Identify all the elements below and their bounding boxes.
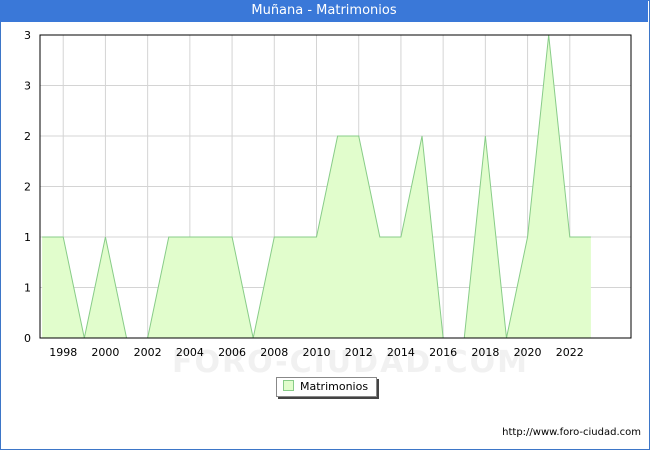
legend-label: Matrimonios — [300, 380, 369, 393]
data-point — [337, 136, 338, 137]
data-point — [422, 136, 423, 137]
x-tick-label: 2020 — [514, 346, 542, 359]
y-tick-label: 3 — [24, 80, 31, 93]
data-point — [379, 237, 380, 238]
y-tick-label: 2 — [24, 130, 31, 143]
data-point — [168, 237, 169, 238]
x-tick-label: 2012 — [345, 346, 373, 359]
x-tick-label: 2018 — [471, 346, 499, 359]
x-tick-label: 2022 — [556, 346, 584, 359]
data-point — [590, 237, 591, 238]
x-tick-label: 2010 — [303, 346, 331, 359]
data-point — [527, 237, 528, 238]
y-tick-label: 1 — [24, 231, 31, 244]
legend-swatch — [283, 380, 294, 391]
data-point — [295, 237, 296, 238]
y-tick-label: 2 — [24, 181, 31, 194]
data-point — [63, 237, 64, 238]
data-point — [274, 237, 275, 238]
y-tick-label: 0 — [24, 332, 31, 345]
x-tick-label: 2008 — [260, 346, 288, 359]
source-link[interactable]: http://www.foro-ciudad.com — [502, 427, 641, 438]
data-point — [232, 237, 233, 238]
data-point — [105, 237, 106, 238]
x-tick-label: 2006 — [218, 346, 246, 359]
y-tick-label: 3 — [24, 29, 31, 42]
x-tick-label: 1998 — [49, 346, 77, 359]
data-point — [42, 237, 43, 238]
x-tick-label: 2004 — [176, 346, 204, 359]
x-tick-label: 2002 — [134, 346, 162, 359]
y-tick-label: 1 — [24, 282, 31, 295]
data-point — [485, 136, 486, 137]
data-point — [358, 136, 359, 137]
data-point — [189, 237, 190, 238]
x-tick-label: 2000 — [91, 346, 119, 359]
legend: Matrimonios — [276, 377, 378, 397]
x-tick-label: 2014 — [387, 346, 415, 359]
data-point — [210, 237, 211, 238]
x-tick-label: 2016 — [429, 346, 457, 359]
data-point — [569, 237, 570, 238]
data-point — [400, 237, 401, 238]
data-point — [316, 237, 317, 238]
